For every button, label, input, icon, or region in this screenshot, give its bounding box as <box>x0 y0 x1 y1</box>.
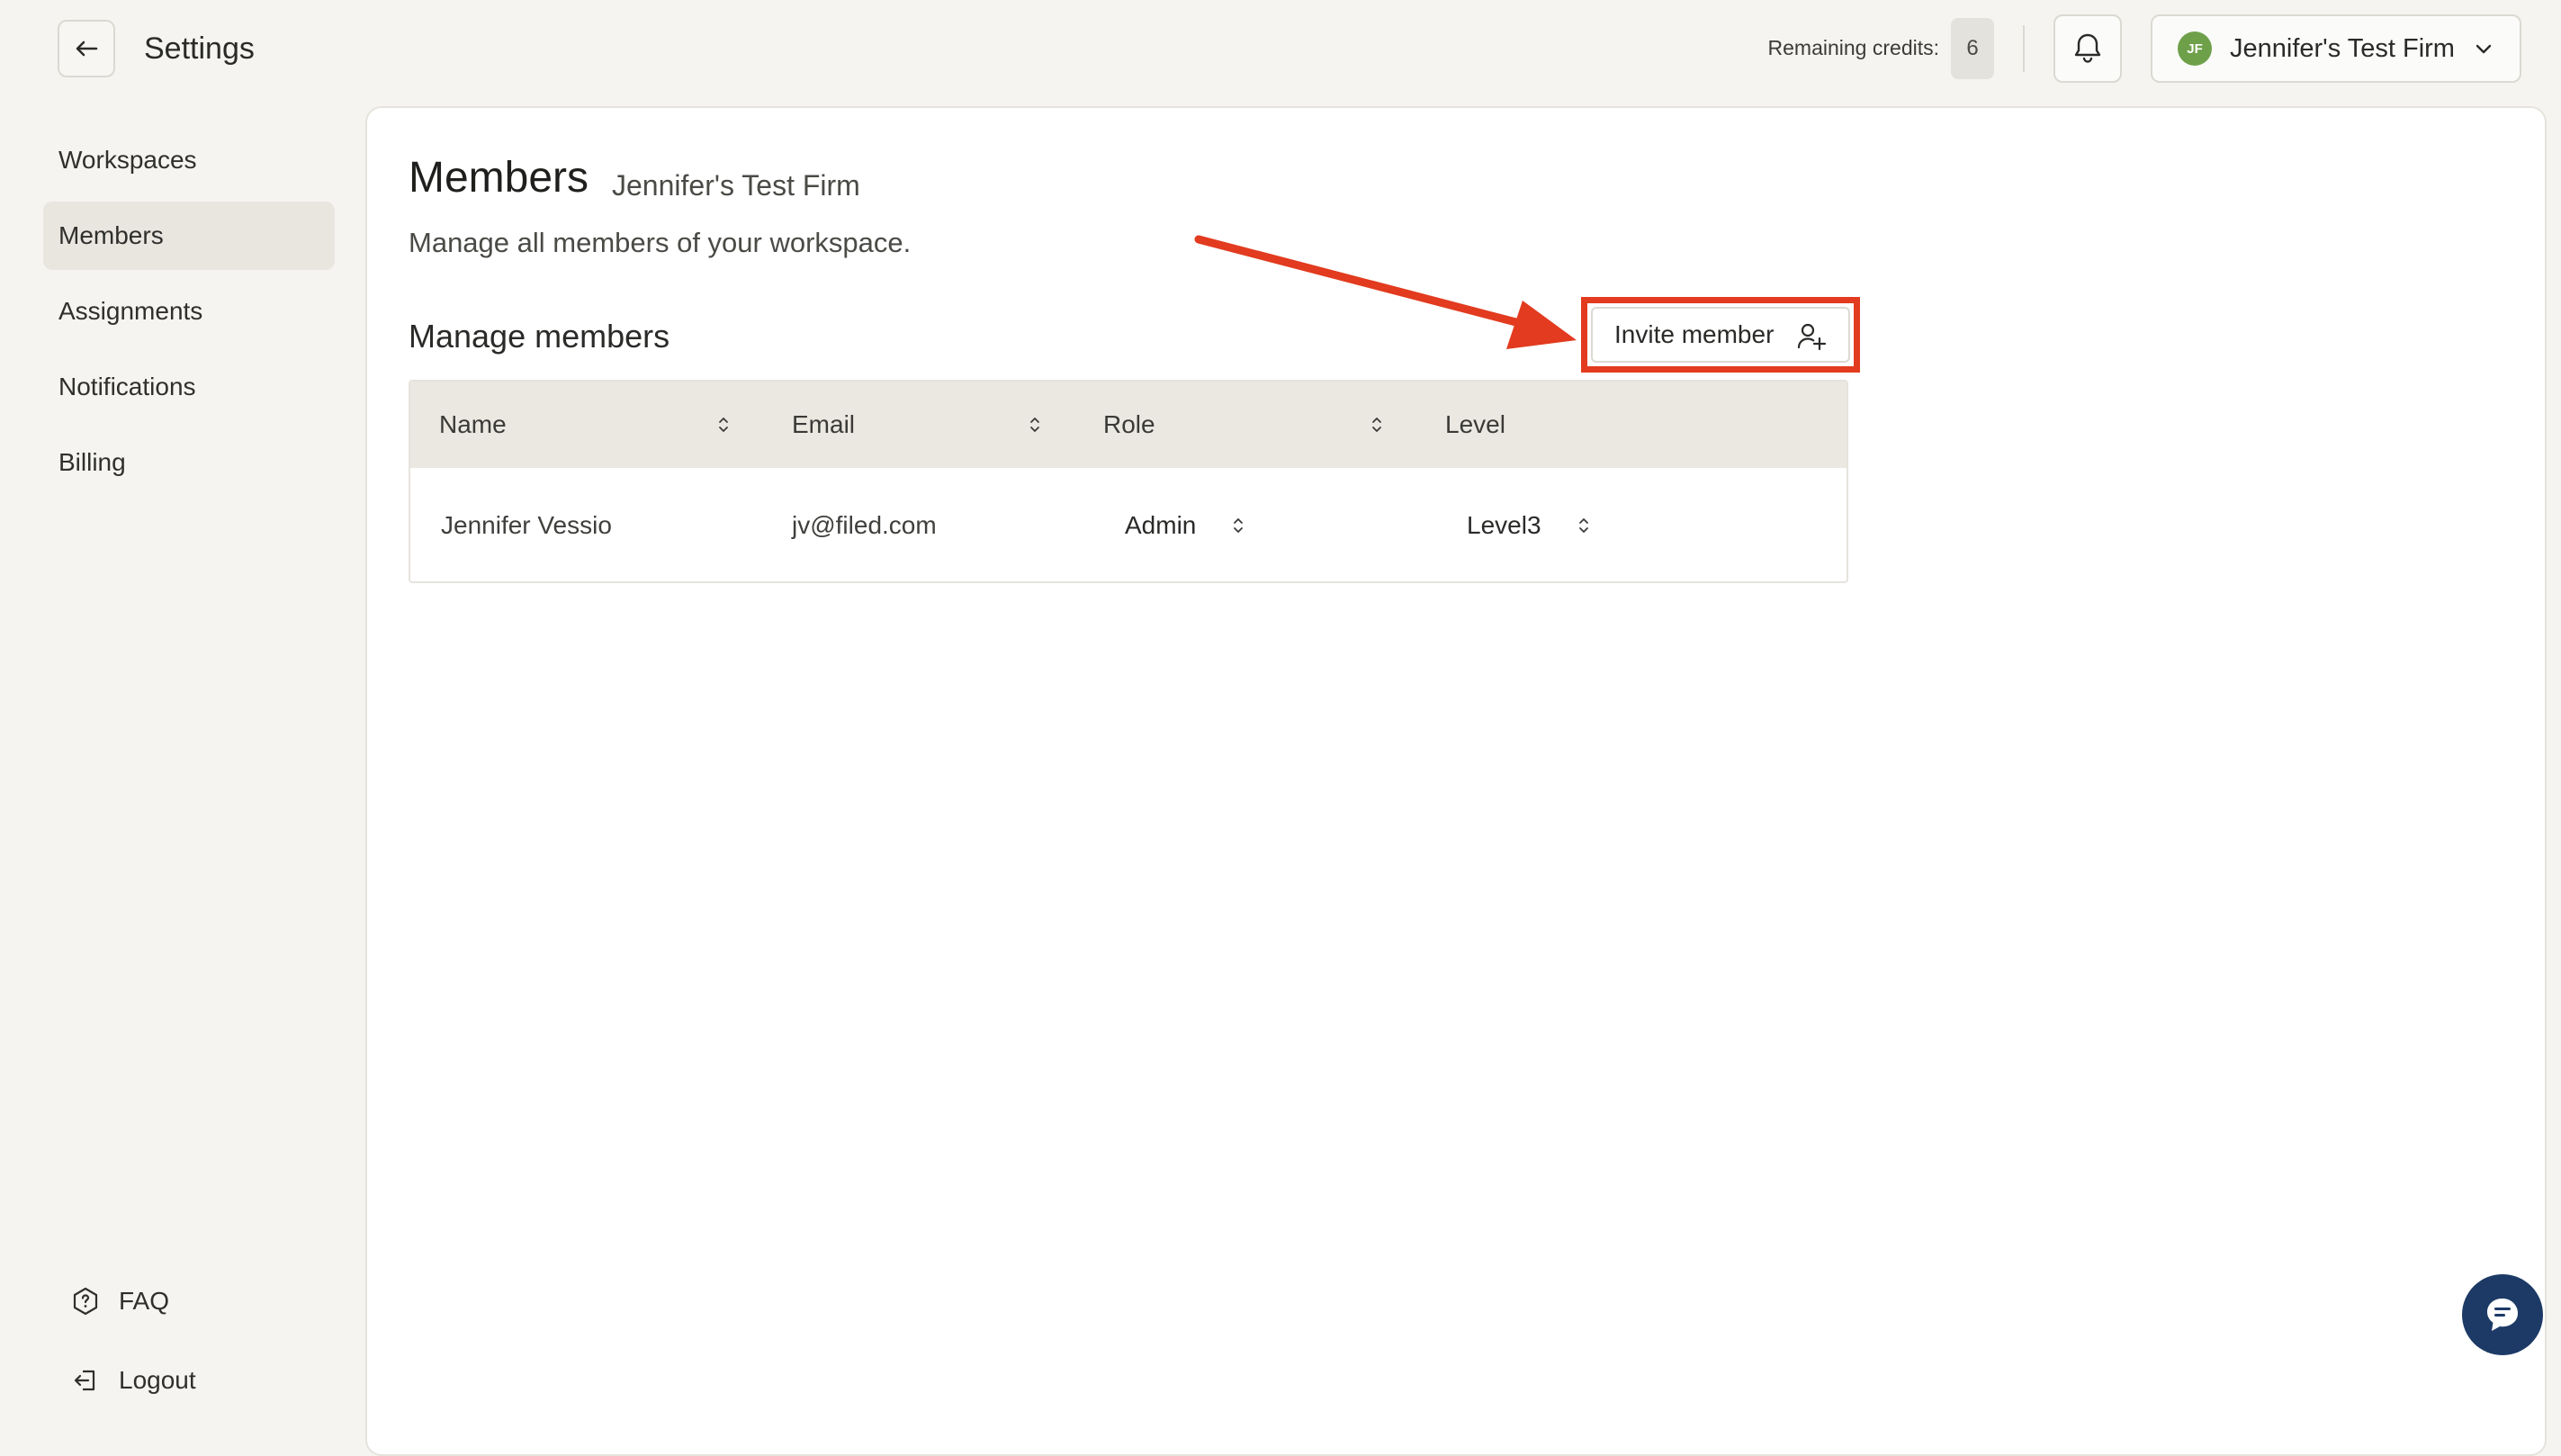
column-header-name[interactable]: Name <box>439 382 507 468</box>
column-header-label: Level <box>1445 410 1505 438</box>
role-select[interactable]: Admin <box>1125 468 1287 581</box>
table-cell-name: Jennifer Vessio <box>441 511 612 539</box>
chevron-up-down-icon <box>1579 518 1588 533</box>
members-table: Name Email Role Level Jennifer Vessio jv… <box>409 380 1848 583</box>
invite-member-button[interactable]: Invite member <box>1591 307 1850 363</box>
sidebar-item-label: Notifications <box>58 373 196 400</box>
back-button[interactable] <box>58 20 115 77</box>
bell-icon <box>2074 33 2101 63</box>
credits-badge: 6 <box>1951 18 1994 79</box>
firm-switcher[interactable]: JF Jennifer's Test Firm <box>2151 14 2521 83</box>
header-divider <box>2023 25 2025 72</box>
level-select[interactable]: Level3 <box>1467 468 1629 581</box>
credits-label: Remaining credits: <box>1767 36 1939 59</box>
page-title: Members <box>409 154 589 202</box>
sidebar-item-label: Billing <box>58 448 126 476</box>
table-header: Name Email Role Level <box>410 382 1847 468</box>
sidebar-item-notifications[interactable]: Notifications <box>43 353 335 421</box>
page-subtitle: Jennifer's Test Firm <box>612 169 860 202</box>
faq-link[interactable]: FAQ <box>72 1279 169 1324</box>
sidebar-item-members[interactable]: Members <box>43 202 335 270</box>
sidebar-item-assignments[interactable]: Assignments <box>43 277 335 346</box>
page-header-title: Settings <box>144 31 255 66</box>
invite-member-label: Invite member <box>1614 320 1775 348</box>
sidebar-item-label: Members <box>58 221 164 249</box>
column-header-level: Level <box>1445 382 1505 468</box>
logout-label: Logout <box>119 1366 196 1394</box>
column-header-email[interactable]: Email <box>792 382 855 468</box>
notifications-button[interactable] <box>2053 14 2122 83</box>
level-value: Level3 <box>1467 511 1541 539</box>
page-description: Manage all members of your workspace. <box>409 227 912 258</box>
logout-link[interactable]: Logout <box>72 1358 196 1403</box>
sidebar-item-label: Assignments <box>58 297 203 325</box>
section-title: Manage members <box>409 318 670 355</box>
sidebar-item-label: Workspaces <box>58 146 197 174</box>
annotation-arrow <box>1194 235 1577 349</box>
chat-widget-button[interactable] <box>2462 1274 2543 1355</box>
sort-icon[interactable] <box>1028 414 1042 436</box>
avatar: JF <box>2178 31 2212 66</box>
column-header-label: Name <box>439 410 507 438</box>
column-header-role[interactable]: Role <box>1103 382 1155 468</box>
table-cell-email: jv@filed.com <box>792 511 937 539</box>
column-header-label: Email <box>792 410 856 438</box>
sidebar-item-billing[interactable]: Billing <box>43 428 335 497</box>
arrow-left-icon <box>76 40 98 57</box>
help-hexagon-icon <box>73 1287 98 1316</box>
user-plus-icon <box>1797 323 1827 351</box>
role-value: Admin <box>1125 511 1197 539</box>
sort-icon[interactable] <box>1370 414 1384 436</box>
faq-label: FAQ <box>119 1287 170 1315</box>
sidebar-item-workspaces[interactable]: Workspaces <box>43 126 335 194</box>
logout-icon <box>74 1370 95 1391</box>
chat-bubble-icon <box>2487 1299 2518 1331</box>
sort-icon[interactable] <box>716 414 731 436</box>
column-header-label: Role <box>1103 410 1155 438</box>
chevron-down-icon <box>2476 44 2492 54</box>
chevron-up-down-icon <box>1234 518 1243 533</box>
firm-name: Jennifer's Test Firm <box>2230 33 2455 63</box>
